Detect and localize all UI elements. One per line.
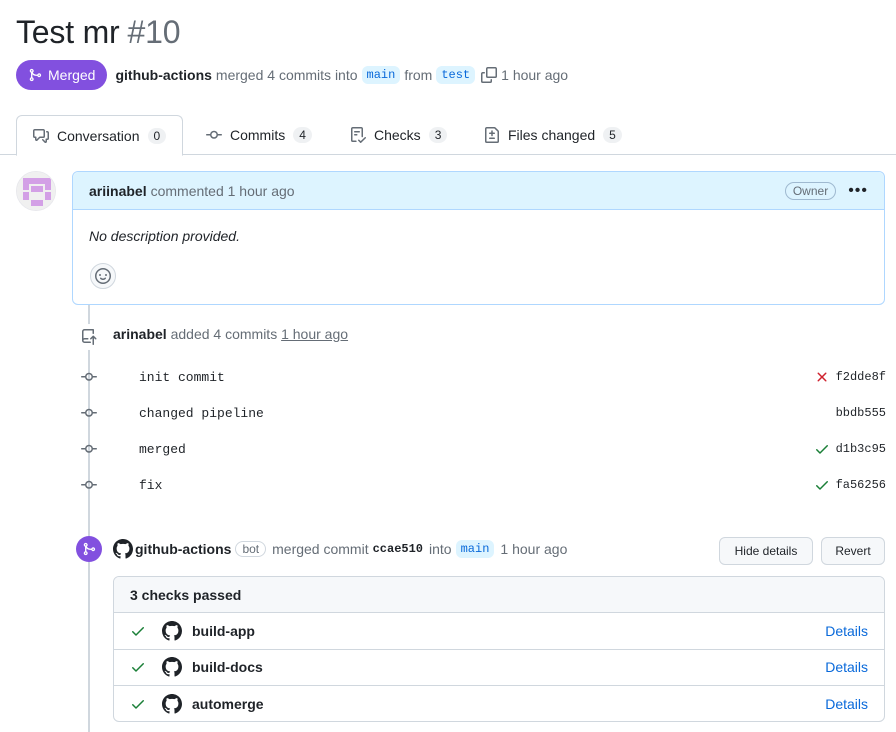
commit-sha-link[interactable]: f2dde8f [836, 370, 886, 384]
commits-action: added 4 commits [170, 326, 278, 342]
table-row: build-app Details [114, 613, 884, 650]
tab-counter: 5 [603, 127, 622, 143]
list-item: merged d1b3c95 [80, 439, 886, 459]
check-icon [132, 663, 144, 672]
check-details-link[interactable]: Details [825, 623, 868, 639]
checklist-icon [351, 127, 366, 143]
add-reaction-button[interactable] [90, 263, 116, 289]
commit-message-link[interactable]: init commit [139, 370, 225, 385]
table-row: automerge Details [114, 686, 884, 721]
list-item: init commit f2dde8f [80, 367, 886, 387]
bot-badge: bot [235, 541, 267, 557]
comment-action: commented 1 hour ago [150, 182, 295, 199]
checks-summary: 3 checks passed [114, 577, 884, 613]
commit-message-link[interactable]: changed pipeline [139, 406, 264, 421]
github-mark-icon [162, 657, 182, 677]
tab-counter: 0 [147, 127, 167, 144]
pr-number: #10 [127, 14, 181, 50]
file-diff-icon [485, 127, 499, 143]
check-name: automerge [192, 696, 264, 713]
base-branch[interactable]: main [361, 66, 401, 84]
check-details-link[interactable]: Details [825, 659, 868, 675]
avatar[interactable] [16, 171, 56, 211]
list-item: changed pipeline bbdb555 [80, 403, 886, 423]
copy-icon[interactable] [481, 67, 498, 83]
tab-checks[interactable]: Checks 3 [334, 115, 463, 155]
comment-body: No description provided. [89, 228, 240, 244]
merge-text: merged 4 commits into [215, 67, 358, 83]
github-mark-icon[interactable] [113, 539, 133, 559]
check-icon[interactable] [814, 441, 830, 457]
status-label: Merged [48, 67, 96, 83]
git-merge-icon [29, 68, 42, 82]
tab-files-changed[interactable]: Files changed 5 [468, 115, 638, 155]
check-details-link[interactable]: Details [825, 696, 868, 712]
head-branch[interactable]: test [436, 66, 476, 84]
merge-commit-sha[interactable]: ccae510 [373, 542, 423, 556]
tab-counter: 3 [428, 127, 448, 143]
git-commit-icon [80, 441, 98, 457]
smiley-icon [95, 268, 111, 284]
pr-title-text: Test mr [16, 14, 120, 50]
list-item: fix fa56256 [80, 475, 886, 495]
tab-label: Commits [230, 127, 286, 143]
pr-tabs: Conversation 0 Commits 4 Checks 3 Files … [0, 115, 896, 156]
commit-message-link[interactable]: fix [139, 478, 162, 493]
git-commit-icon [80, 405, 98, 421]
tab-commits[interactable]: Commits 4 [190, 115, 328, 155]
status-badge: Merged [16, 60, 108, 90]
merge-event: github-actions bot merged commit ccae510… [113, 537, 567, 561]
comment-box: ariinabel commented 1 hour ago Owner •••… [72, 171, 885, 305]
pr-meta: Merged github-actions merged 4 commits i… [16, 60, 568, 90]
from-text: from [404, 67, 433, 83]
hide-details-button[interactable]: Hide details [719, 537, 813, 565]
tab-counter: 4 [293, 127, 312, 143]
github-mark-icon [162, 694, 182, 714]
owner-badge: Owner [784, 181, 837, 200]
tab-label: Conversation [57, 127, 140, 144]
table-row: build-docs Details [114, 650, 884, 686]
timeline-line [88, 300, 90, 732]
identicon-icon [17, 172, 55, 210]
git-commit-icon [80, 369, 98, 385]
commits-time-link[interactable]: 1 hour ago [281, 326, 348, 342]
comment-discussion-icon [33, 128, 49, 143]
commit-message-link[interactable]: merged [139, 442, 186, 457]
merge-time: 1 hour ago [501, 67, 569, 83]
pr-title: Test mr #10 [16, 14, 180, 51]
commits-author[interactable]: arinabel [113, 326, 167, 342]
check-icon[interactable] [814, 477, 830, 493]
check-name: build-app [192, 622, 255, 639]
merge-action: merged commit [272, 541, 369, 557]
tab-label: Checks [374, 127, 421, 143]
git-commit-icon [80, 477, 98, 493]
github-mark-icon [162, 620, 182, 641]
commit-sha-link[interactable]: d1b3c95 [836, 442, 886, 456]
merge-time: 1 hour ago [500, 541, 568, 557]
merge-branch[interactable]: main [455, 540, 495, 558]
merge-author-link[interactable]: github-actions [115, 67, 211, 83]
tab-conversation[interactable]: Conversation 0 [16, 115, 184, 156]
commits-added-event: arinabel added 4 commits 1 hour ago [113, 326, 348, 342]
tab-label: Files changed [508, 127, 596, 143]
check-icon [132, 700, 144, 709]
comment-header: ariinabel commented 1 hour ago Owner ••• [73, 172, 884, 210]
check-name: build-docs [192, 659, 263, 676]
merge-into-text: into [429, 541, 452, 557]
kebab-horizontal-icon[interactable]: ••• [848, 182, 868, 200]
git-merge-icon [76, 536, 102, 562]
commit-sha-link[interactable]: fa56256 [836, 478, 886, 492]
merge-author[interactable]: github-actions [135, 541, 231, 557]
check-icon [132, 626, 144, 636]
comment-author[interactable]: ariinabel [89, 183, 147, 199]
repo-push-icon [76, 324, 102, 350]
checks-panel: 3 checks passed build-app Details build-… [113, 576, 885, 722]
git-commit-icon [206, 130, 222, 139]
commit-sha-link[interactable]: bbdb555 [836, 406, 886, 420]
revert-button[interactable]: Revert [821, 537, 885, 565]
x-icon[interactable] [814, 369, 830, 385]
